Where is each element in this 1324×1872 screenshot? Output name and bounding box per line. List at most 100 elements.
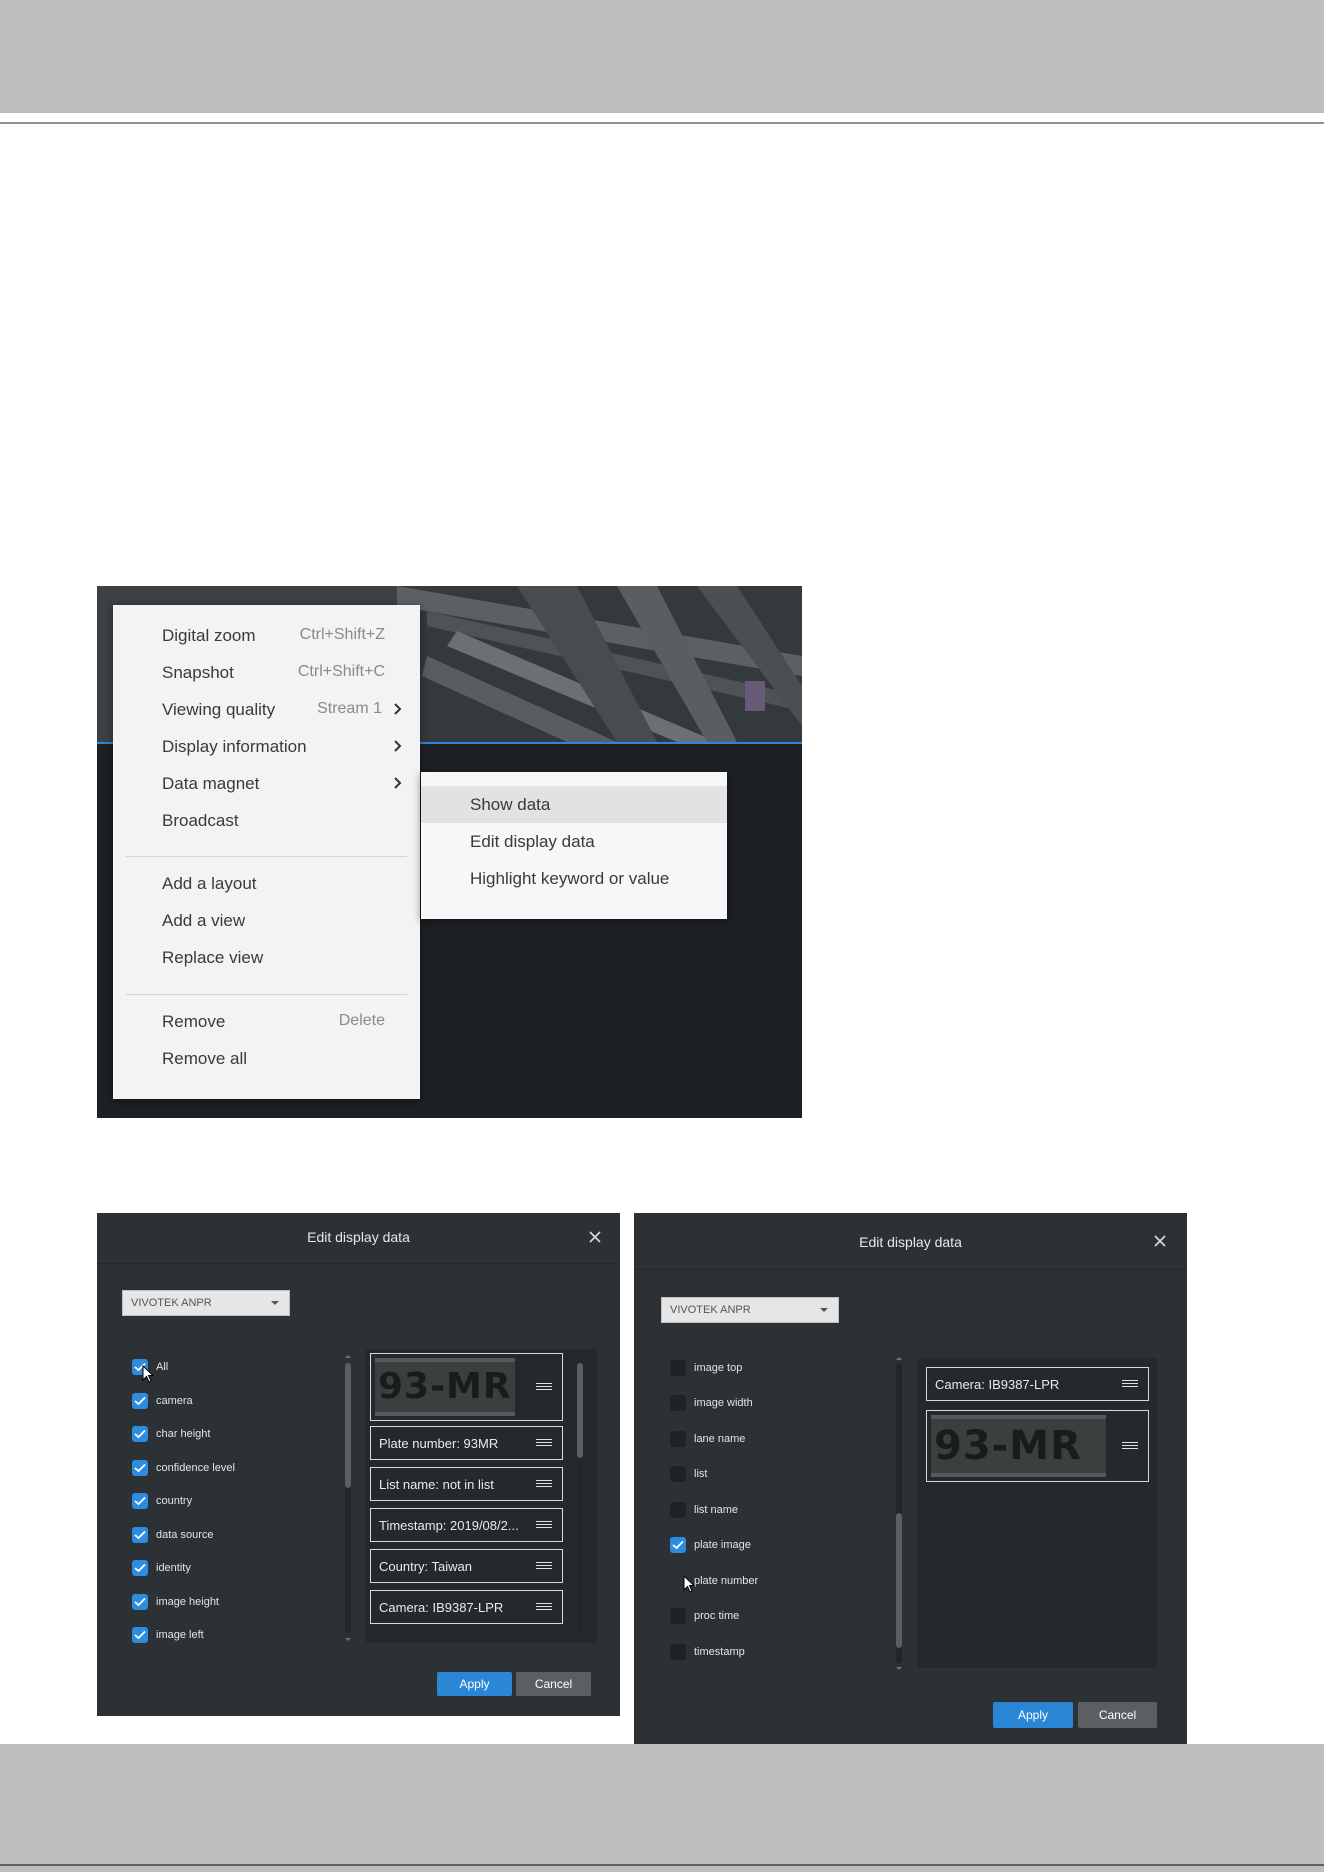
checkbox-checked[interactable] xyxy=(132,1460,148,1476)
checkbox-unchecked[interactable] xyxy=(670,1644,686,1660)
menu-item-add-view[interactable]: Add a view xyxy=(113,902,420,939)
cancel-button[interactable]: Cancel xyxy=(516,1672,591,1696)
field-label: Plate number: 93MR xyxy=(379,1436,499,1451)
scrollbar-thumb[interactable] xyxy=(896,1513,902,1648)
check-icon xyxy=(134,1630,146,1640)
checkbox-label: plate number xyxy=(694,1575,759,1587)
menu-item-viewing-quality[interactable]: Viewing quality Stream 1 xyxy=(113,691,420,728)
checkbox-checked[interactable] xyxy=(132,1560,148,1576)
drag-handle-icon[interactable] xyxy=(536,1480,552,1488)
submenu-item-edit-display-data[interactable]: Edit display data xyxy=(421,823,727,860)
field-camera[interactable]: Camera: IB9387-LPR xyxy=(370,1590,563,1624)
selected-fields-panel: 93-MR Plate number: 93MR List name: not … xyxy=(366,1349,597,1643)
data-source-dropdown[interactable]: VIVOTEK ANPR xyxy=(661,1297,839,1323)
check-icon xyxy=(134,1530,146,1540)
drag-handle-icon[interactable] xyxy=(536,1521,552,1529)
mouse-cursor-icon xyxy=(683,1575,696,1593)
submenu-item-highlight-keyword[interactable]: Highlight keyword or value xyxy=(421,860,727,897)
page-header-band xyxy=(0,0,1324,113)
checkbox-checked[interactable] xyxy=(132,1594,148,1610)
checkbox-checked[interactable] xyxy=(132,1527,148,1543)
checkbox-unchecked[interactable] xyxy=(670,1431,686,1447)
menu-item-remove-all[interactable]: Remove all xyxy=(113,1040,420,1077)
scroll-up-arrow-icon[interactable] xyxy=(345,1355,351,1358)
scroll-up-arrow-icon[interactable] xyxy=(896,1357,902,1360)
drag-handle-icon[interactable] xyxy=(536,1439,552,1447)
drag-handle-icon[interactable] xyxy=(536,1562,552,1570)
drag-handle-icon[interactable] xyxy=(536,1603,552,1611)
menu-item-snapshot[interactable]: Snapshot Ctrl+Shift+C xyxy=(113,654,420,691)
menu-item-label: Replace view xyxy=(162,948,264,967)
submenu-item-show-data[interactable]: Show data xyxy=(421,786,727,823)
menu-separator xyxy=(126,856,407,857)
checkbox-unchecked[interactable] xyxy=(670,1608,686,1624)
menu-item-value: Stream 1 xyxy=(317,700,382,717)
apply-button[interactable]: Apply xyxy=(993,1702,1073,1728)
checkbox-checked[interactable] xyxy=(670,1537,686,1553)
cancel-button[interactable]: Cancel xyxy=(1078,1702,1157,1728)
check-icon xyxy=(134,1563,146,1573)
apply-button[interactable]: Apply xyxy=(437,1672,512,1696)
menu-item-label: Digital zoom xyxy=(162,626,256,645)
close-icon[interactable] xyxy=(585,1227,605,1247)
checkbox-label: list xyxy=(694,1468,708,1480)
field-country[interactable]: Country: Taiwan xyxy=(370,1549,563,1583)
edit-display-data-dialog-right: Edit display data VIVOTEK ANPR image top… xyxy=(634,1213,1187,1744)
dialog-title: Edit display data xyxy=(307,1229,410,1245)
submenu-item-label: Edit display data xyxy=(470,832,595,851)
checkbox-unchecked[interactable] xyxy=(670,1466,686,1482)
checkbox-label: confidence level xyxy=(156,1462,235,1474)
drag-handle-icon[interactable] xyxy=(536,1383,552,1391)
field-label: Camera: IB9387-LPR xyxy=(379,1600,504,1615)
fields-panel-scrollbar[interactable] xyxy=(577,1363,583,1633)
menu-item-label: Broadcast xyxy=(162,811,239,830)
checkbox-unchecked[interactable] xyxy=(670,1395,686,1411)
field-label: List name: not in list xyxy=(379,1477,494,1492)
menu-item-shortcut: Ctrl+Shift+C xyxy=(297,663,385,680)
plate-frame-bottom xyxy=(931,1473,1106,1477)
scroll-down-arrow-icon[interactable] xyxy=(896,1667,902,1670)
field-timestamp[interactable]: Timestamp: 2019/08/2... xyxy=(370,1508,563,1542)
menu-item-display-information[interactable]: Display information xyxy=(113,728,420,765)
live-view-screenshot: Digital zoom Ctrl+Shift+Z Snapshot Ctrl+… xyxy=(97,586,802,1118)
menu-item-add-layout[interactable]: Add a layout xyxy=(113,865,420,902)
scrollbar-thumb[interactable] xyxy=(345,1363,351,1488)
checkbox-checked[interactable] xyxy=(132,1493,148,1509)
scrollbar-thumb[interactable] xyxy=(577,1363,583,1458)
plate-image-field[interactable]: 93-MR xyxy=(926,1410,1149,1482)
drag-handle-icon[interactable] xyxy=(1122,1442,1138,1450)
menu-item-label: Data magnet xyxy=(162,774,260,793)
plate-image-field[interactable]: 93-MR xyxy=(370,1353,563,1421)
menu-item-data-magnet[interactable]: Data magnet xyxy=(113,765,420,802)
dropdown-value: VIVOTEK ANPR xyxy=(670,1304,751,1316)
checkbox-label: char height xyxy=(156,1428,211,1440)
checkbox-label: country xyxy=(156,1495,193,1507)
menu-item-replace-view[interactable]: Replace view xyxy=(113,939,420,976)
checkbox-checked[interactable] xyxy=(132,1627,148,1643)
drag-handle-icon[interactable] xyxy=(1122,1380,1138,1388)
data-source-dropdown[interactable]: VIVOTEK ANPR xyxy=(122,1290,290,1316)
checkbox-list-scrollbar[interactable] xyxy=(345,1363,351,1633)
field-label: Timestamp: 2019/08/2... xyxy=(379,1518,519,1533)
close-icon[interactable] xyxy=(1150,1231,1170,1251)
field-camera[interactable]: Camera: IB9387-LPR xyxy=(926,1367,1149,1401)
checkbox-list-scrollbar[interactable] xyxy=(896,1363,902,1663)
menu-item-label: Snapshot xyxy=(162,663,234,682)
check-icon xyxy=(134,1496,146,1506)
field-plate-number[interactable]: Plate number: 93MR xyxy=(370,1426,563,1460)
checkbox-checked[interactable] xyxy=(132,1426,148,1442)
checkbox-checked[interactable] xyxy=(132,1393,148,1409)
checkbox-unchecked[interactable] xyxy=(670,1360,686,1376)
field-list-name[interactable]: List name: not in list xyxy=(370,1467,563,1501)
menu-item-remove[interactable]: Remove Delete xyxy=(113,1003,420,1040)
menu-item-shortcut: Ctrl+Shift+Z xyxy=(299,626,385,643)
checkbox-unchecked[interactable] xyxy=(670,1502,686,1518)
scroll-down-arrow-icon[interactable] xyxy=(345,1638,351,1641)
menu-item-digital-zoom[interactable]: Digital zoom Ctrl+Shift+Z xyxy=(113,617,420,654)
checkbox-label: camera xyxy=(156,1395,193,1407)
checkbox-label: image width xyxy=(694,1397,753,1409)
submenu-item-label: Show data xyxy=(470,795,551,814)
checkbox-label: proc time xyxy=(694,1610,740,1622)
menu-item-broadcast[interactable]: Broadcast xyxy=(113,802,420,839)
dialog-header: Edit display data xyxy=(634,1213,1187,1270)
